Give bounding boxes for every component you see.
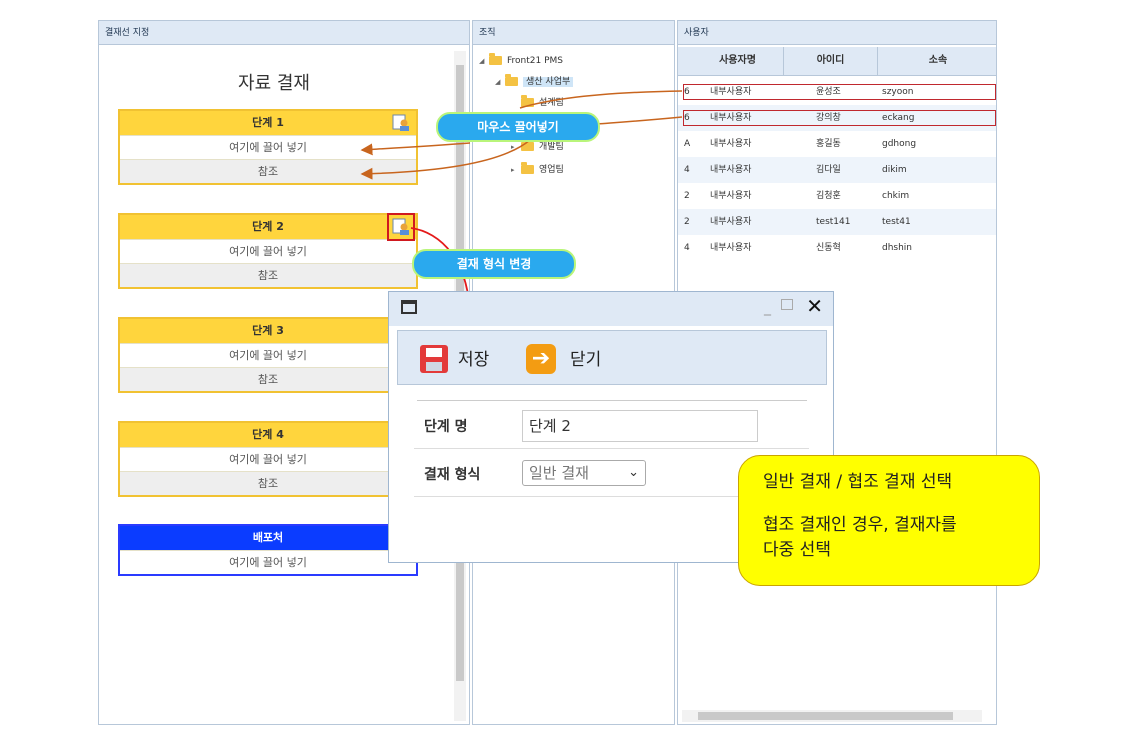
form-divider	[417, 400, 807, 401]
drag-arrow-2	[597, 116, 683, 125]
maximize-icon[interactable]	[781, 299, 793, 310]
approval-type-select[interactable]: 일반 결재 ⌄	[522, 460, 646, 486]
stage-name-label: 단계 명	[424, 419, 468, 435]
stage-name-row: 단계 명 단계 2	[414, 402, 809, 449]
drag-callout: 마우스 끌어넣기	[436, 112, 600, 142]
window-icon	[401, 300, 417, 314]
approval-type-label: 결재 형식	[424, 467, 481, 483]
arrow-right-icon[interactable]: ➔	[526, 344, 556, 374]
note-line-2: 협조 결재인 경우, 결재자를	[763, 515, 957, 535]
dialog-toolbar: 저장 ➔ 닫기	[397, 330, 827, 385]
change-type-callout: 결재 형식 변경	[412, 249, 576, 279]
save-button[interactable]: 저장	[458, 345, 489, 370]
note-line-3: 다중 선택	[763, 540, 831, 560]
approval-type-note: 일반 결재 / 협조 결재 선택 협조 결재인 경우, 결재자를 다중 선택	[738, 455, 1040, 586]
save-icon[interactable]	[420, 345, 448, 373]
drag-arrow-3	[360, 142, 471, 156]
drag-arrow-1	[519, 90, 683, 109]
note-line-1: 일반 결재 / 협조 결재 선택	[763, 472, 953, 492]
minimize-icon[interactable]: _	[764, 300, 771, 316]
dialog-titlebar: _ ✕	[389, 292, 833, 326]
chevron-down-icon: ⌄	[628, 465, 639, 480]
close-button[interactable]: 닫기	[570, 345, 601, 370]
stage-name-input[interactable]: 단계 2	[522, 410, 758, 442]
close-icon[interactable]: ✕	[806, 294, 823, 318]
